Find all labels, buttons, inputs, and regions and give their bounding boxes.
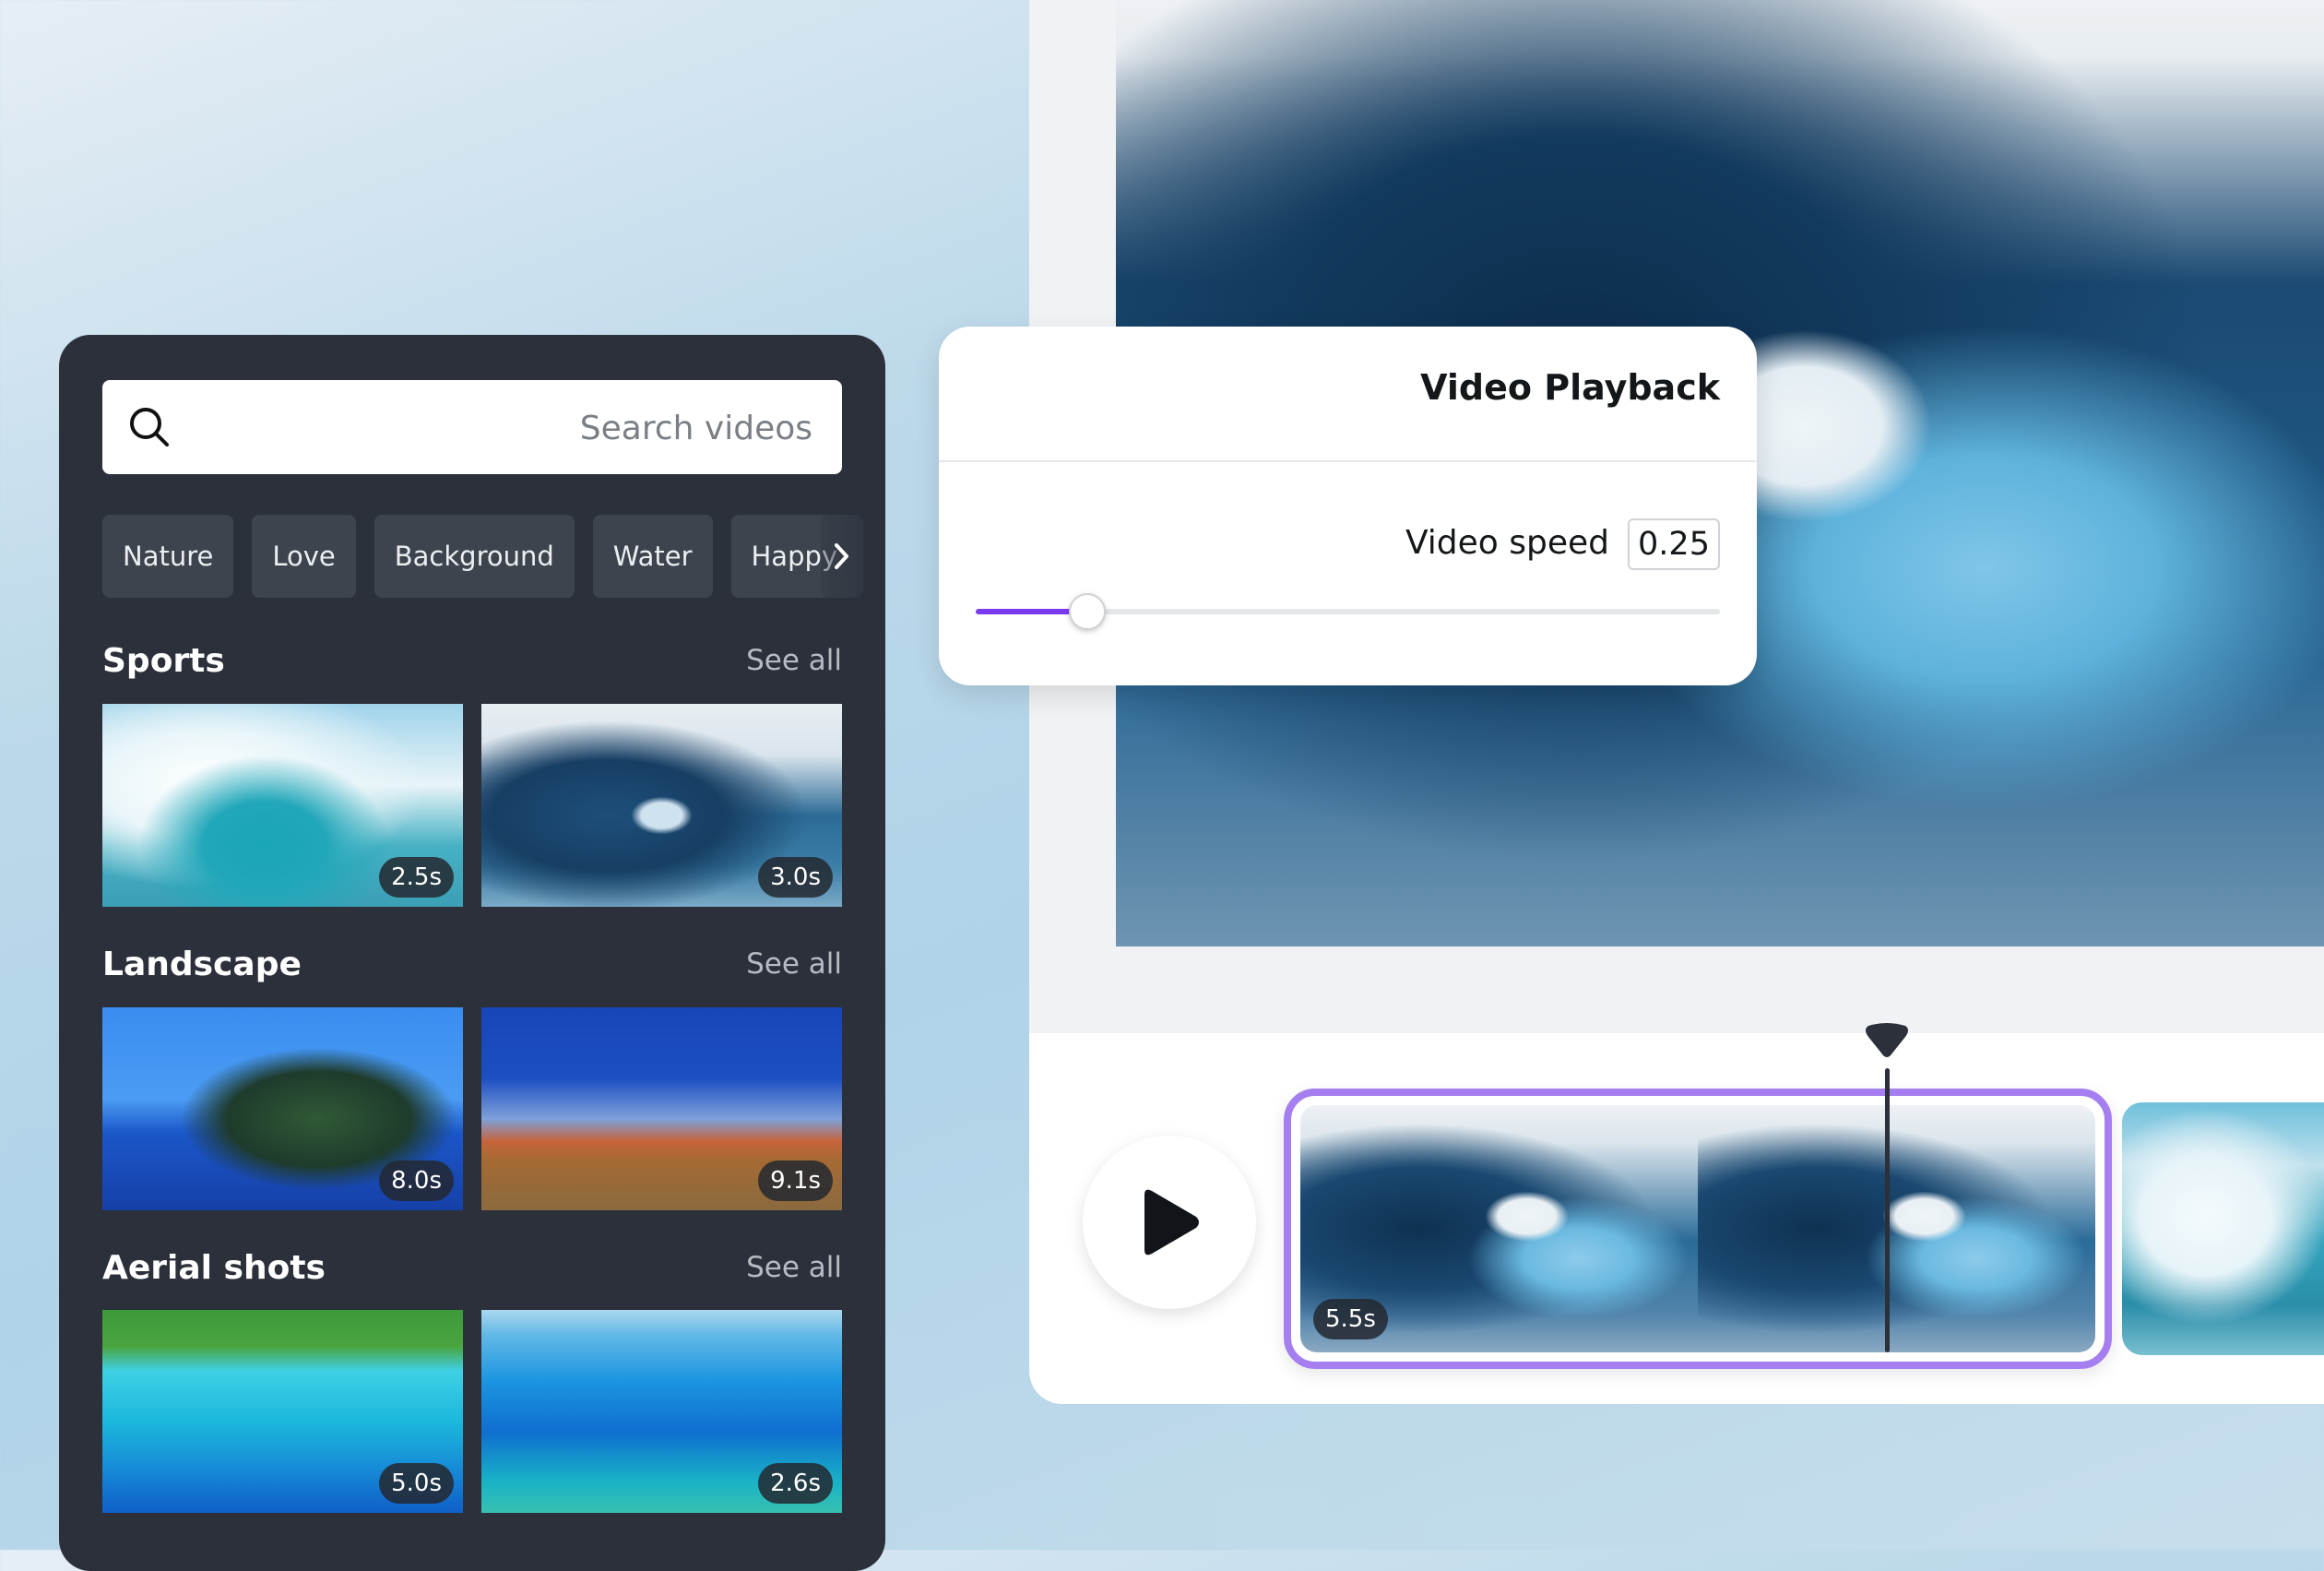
section-title: Sports <box>102 642 225 680</box>
chip-love[interactable]: Love <box>252 515 356 598</box>
video-thumbnail[interactable]: 2.6s <box>481 1310 842 1513</box>
see-all-link[interactable]: See all <box>746 644 842 677</box>
clip-frame <box>1698 1105 2095 1352</box>
playhead-line[interactable] <box>1885 1068 1890 1352</box>
search-icon <box>130 408 169 446</box>
chip-nature[interactable]: Nature <box>102 515 234 598</box>
popup-title: Video Playback <box>1420 367 1720 408</box>
play-button[interactable] <box>1083 1136 1256 1309</box>
selected-clip[interactable]: 5.5s <box>1284 1089 2112 1369</box>
play-icon <box>1144 1189 1199 1256</box>
video-speed-label: Video speed <box>1405 524 1609 562</box>
video-thumbnail[interactable]: 8.0s <box>102 1007 463 1210</box>
search-input[interactable] <box>257 380 814 476</box>
video-playback-popup: Video Playback Video speed <box>939 327 1757 685</box>
section-title: Landscape <box>102 946 302 983</box>
chip-water[interactable]: Water <box>592 515 713 598</box>
search-box[interactable] <box>102 380 842 476</box>
video-speed-slider[interactable] <box>976 593 1720 630</box>
chip-background[interactable]: Background <box>374 515 575 598</box>
duration-badge: 2.5s <box>379 857 454 898</box>
duration-badge: 9.1s <box>758 1160 833 1201</box>
duration-badge: 8.0s <box>379 1160 454 1201</box>
video-thumbnail[interactable]: 3.0s <box>481 704 842 907</box>
section-sports: Sports See all <box>102 642 842 697</box>
divider <box>939 460 1757 462</box>
next-clip[interactable] <box>2122 1102 2324 1355</box>
video-library-panel: Nature Love Background Water Happy Sport… <box>59 335 885 1571</box>
duration-badge: 3.0s <box>758 857 833 898</box>
duration-badge: 5.0s <box>379 1463 454 1504</box>
video-thumbnail[interactable]: 5.0s <box>102 1310 463 1513</box>
see-all-link[interactable]: See all <box>746 947 842 981</box>
see-all-link[interactable]: See all <box>746 1251 842 1284</box>
playhead-handle[interactable] <box>1863 1022 1911 1059</box>
clip-duration-badge: 5.5s <box>1313 1299 1388 1339</box>
duration-badge: 2.6s <box>758 1463 833 1504</box>
chips-next-button[interactable] <box>821 515 863 598</box>
slider-thumb[interactable] <box>1069 593 1107 630</box>
chevron-right-icon <box>835 543 848 569</box>
section-landscape: Landscape See all <box>102 946 842 1001</box>
section-aerial-shots: Aerial shots See all <box>102 1249 842 1304</box>
section-title: Aerial shots <box>102 1249 326 1287</box>
video-speed-input[interactable] <box>1628 518 1720 570</box>
video-thumbnail[interactable]: 9.1s <box>481 1007 842 1210</box>
tag-chips: Nature Love Background Water Happy <box>102 515 859 598</box>
video-thumbnail[interactable]: 2.5s <box>102 704 463 907</box>
